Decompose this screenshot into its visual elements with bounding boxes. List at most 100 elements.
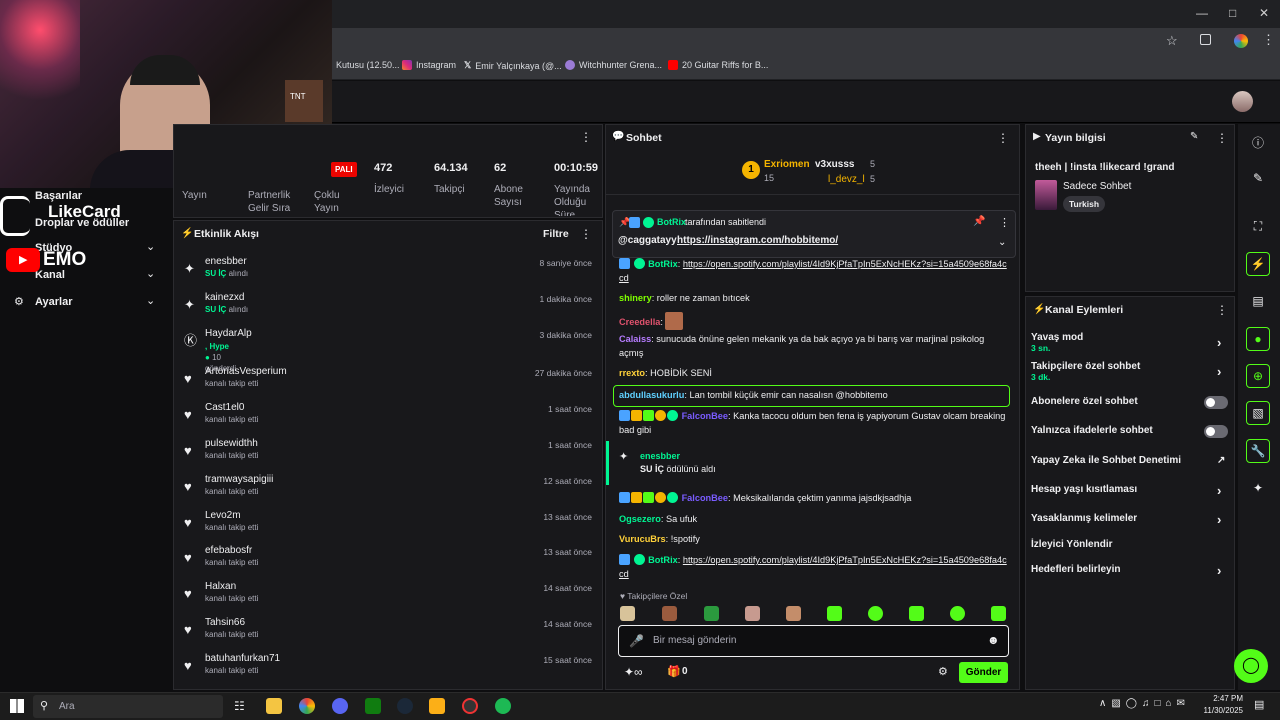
task-view-icon[interactable]: ☷ bbox=[234, 699, 245, 713]
more-options-icon[interactable]: ⋮ bbox=[580, 227, 592, 241]
activity-username[interactable]: tramwaysapigiii bbox=[205, 474, 273, 485]
user-avatar[interactable] bbox=[1232, 91, 1253, 112]
toggle-switch[interactable] bbox=[1204, 396, 1228, 409]
channel-action-item[interactable]: Yalnızca ifadelerle sohbet bbox=[1031, 425, 1231, 438]
emote-5[interactable] bbox=[786, 606, 801, 621]
chat-username[interactable]: FalconBee bbox=[682, 493, 728, 503]
bookmark-item[interactable]: 20 Guitar Riffs for B... bbox=[668, 60, 768, 70]
chat-username[interactable]: BotRix bbox=[648, 555, 678, 565]
second-name[interactable]: v3xusss bbox=[815, 159, 854, 170]
redeem-user[interactable]: enesbber bbox=[640, 451, 680, 461]
emote-7[interactable] bbox=[868, 606, 883, 621]
activity-username[interactable]: pulsewidthh bbox=[205, 438, 258, 449]
chevron-down-icon[interactable]: ⌄ bbox=[998, 237, 1006, 248]
activity-username[interactable]: ArtoriasVesperium bbox=[205, 366, 287, 377]
unpin-icon[interactable]: 📌 bbox=[973, 216, 985, 227]
chat-username[interactable]: Calaiss bbox=[619, 334, 651, 344]
more-options-icon[interactable]: ⋮ bbox=[997, 131, 1009, 145]
xbox-icon[interactable] bbox=[365, 698, 381, 714]
bookmark-item[interactable]: Witchhunter Grena... bbox=[565, 60, 662, 70]
edit-icon[interactable]: ✎ bbox=[1246, 166, 1270, 190]
filter-button[interactable]: Filtre bbox=[543, 228, 569, 240]
emote-6[interactable] bbox=[827, 606, 842, 621]
chat-link[interactable]: https://open.spotify.com/playlist/4Id9Kj… bbox=[619, 259, 1007, 283]
activity-username[interactable]: Cast1el0 bbox=[205, 402, 244, 413]
close-icon[interactable]: ✕ bbox=[1259, 6, 1269, 20]
spotify-icon[interactable] bbox=[495, 698, 511, 714]
window-icon[interactable]: ▧ bbox=[1246, 401, 1270, 425]
chevron-down-icon[interactable]: ⌄ bbox=[146, 294, 155, 307]
channel-action-item[interactable]: Abonelere özel sohbet bbox=[1031, 396, 1231, 409]
pinned-link[interactable]: https://instagram.com/hobbitemo/ bbox=[677, 235, 838, 246]
chat-username[interactable]: rrexto bbox=[619, 368, 645, 378]
fullscreen-icon[interactable]: ⛶ bbox=[1246, 214, 1270, 238]
microphone-icon[interactable]: 🎤 bbox=[629, 634, 644, 648]
lightning-icon[interactable]: ⚡ bbox=[1246, 252, 1270, 276]
pinned-by[interactable]: BotRix bbox=[657, 217, 686, 227]
wrench-icon[interactable]: 🔧 bbox=[1246, 439, 1270, 463]
third-name[interactable]: l_devz_l bbox=[828, 174, 865, 185]
more-options-icon[interactable]: ⋮ bbox=[1216, 131, 1228, 145]
obs-icon[interactable] bbox=[462, 698, 478, 714]
more-options-icon[interactable]: ⋮ bbox=[999, 216, 1010, 229]
category-name[interactable]: Sadece Sohbet bbox=[1063, 181, 1131, 192]
emote-2[interactable] bbox=[662, 606, 677, 621]
bookmark-item[interactable]: Kutusu (12.50... bbox=[336, 60, 400, 70]
emote-9[interactable] bbox=[950, 606, 965, 621]
chat-username[interactable]: VurucuBrs bbox=[619, 534, 666, 544]
discord-icon[interactable] bbox=[332, 698, 348, 714]
profile-avatar[interactable] bbox=[1234, 34, 1248, 48]
channel-action-item[interactable]: Yavaş mod 3 sn. › bbox=[1031, 332, 1231, 353]
activity-username[interactable]: Levo2m bbox=[205, 510, 241, 521]
activity-username[interactable]: enesbber bbox=[205, 256, 247, 267]
bookmark-item[interactable]: 𝕏 Emir Yalçınkaya (@... bbox=[464, 60, 562, 71]
more-options-icon[interactable]: ⋮ bbox=[580, 130, 592, 144]
system-tray-icons[interactable]: ∧▧◯♫□⌂✉ bbox=[1099, 698, 1190, 709]
activity-username[interactable]: HaydarAlp bbox=[205, 328, 252, 339]
channel-action-item[interactable]: Yasaklanmış kelimeler › bbox=[1031, 512, 1231, 527]
chat-input[interactable]: 🎤 Bir mesaj gönderin ☻ bbox=[618, 625, 1009, 657]
chat-username[interactable]: Creedella bbox=[619, 317, 660, 327]
minimize-icon[interactable]: — bbox=[1196, 6, 1208, 20]
emoji-icon[interactable]: ☻ bbox=[987, 633, 1000, 647]
chat-username[interactable]: abdullasukurlu bbox=[619, 390, 684, 400]
broadcast-icon[interactable]: ⊕ bbox=[1246, 364, 1270, 388]
emote-1[interactable] bbox=[620, 606, 635, 621]
chrome-icon[interactable] bbox=[299, 698, 315, 714]
channel-action-item[interactable]: Takipçilere özel sohbet 3 dk. › bbox=[1031, 361, 1231, 382]
gear-icon[interactable]: ⚙ bbox=[938, 665, 948, 678]
toggle-switch[interactable] bbox=[1204, 425, 1228, 438]
chat-link[interactable]: https://open.spotify.com/playlist/4Id9Kj… bbox=[619, 555, 1007, 579]
leader-name[interactable]: Exriomen bbox=[764, 159, 810, 170]
activity-username[interactable]: kainezxd bbox=[205, 292, 244, 303]
activity-username[interactable]: batuhanfurkan71 bbox=[205, 653, 280, 664]
emote-3[interactable] bbox=[704, 606, 719, 621]
more-options-icon[interactable]: ⋮ bbox=[1216, 303, 1228, 317]
send-button[interactable]: Gönder bbox=[959, 662, 1008, 683]
taskbar-search[interactable]: ⚲ Ara bbox=[33, 695, 223, 718]
points-icon[interactable]: ✦ bbox=[1246, 476, 1270, 500]
file-explorer-icon[interactable] bbox=[266, 698, 282, 714]
chat-username[interactable]: Ogsezero bbox=[619, 514, 661, 524]
steam-icon[interactable] bbox=[397, 698, 413, 714]
chat-username[interactable]: FalconBee bbox=[682, 411, 728, 421]
chevron-down-icon[interactable]: ⌄ bbox=[146, 240, 155, 253]
chat-username[interactable]: BotRix bbox=[648, 259, 678, 269]
activity-username[interactable]: efebabosfr bbox=[205, 545, 252, 556]
browser-menu-icon[interactable]: ⋮ bbox=[1262, 32, 1275, 48]
gift-icon[interactable]: 🎁 bbox=[667, 665, 681, 678]
emote-10[interactable] bbox=[991, 606, 1006, 621]
info-icon[interactable]: ⓘ bbox=[1246, 130, 1270, 154]
channel-action-item[interactable]: İzleyici Yönlendir bbox=[1031, 539, 1231, 550]
star-icon[interactable]: ☆ bbox=[1166, 33, 1178, 49]
chat-icon[interactable]: ● bbox=[1246, 327, 1270, 351]
restore-icon[interactable]: □ bbox=[1229, 6, 1236, 20]
windows-start-icon[interactable] bbox=[10, 699, 24, 713]
chevron-down-icon[interactable]: ⌄ bbox=[146, 267, 155, 280]
bookmark-item[interactable]: Instagram bbox=[402, 60, 456, 70]
channel-action-item[interactable]: Hedefleri belirleyin › bbox=[1031, 563, 1231, 578]
extensions-icon[interactable] bbox=[1200, 34, 1211, 45]
document-icon[interactable]: ▤ bbox=[1246, 289, 1270, 313]
emote-8[interactable] bbox=[909, 606, 924, 621]
chat-username[interactable]: shinery bbox=[619, 293, 652, 303]
